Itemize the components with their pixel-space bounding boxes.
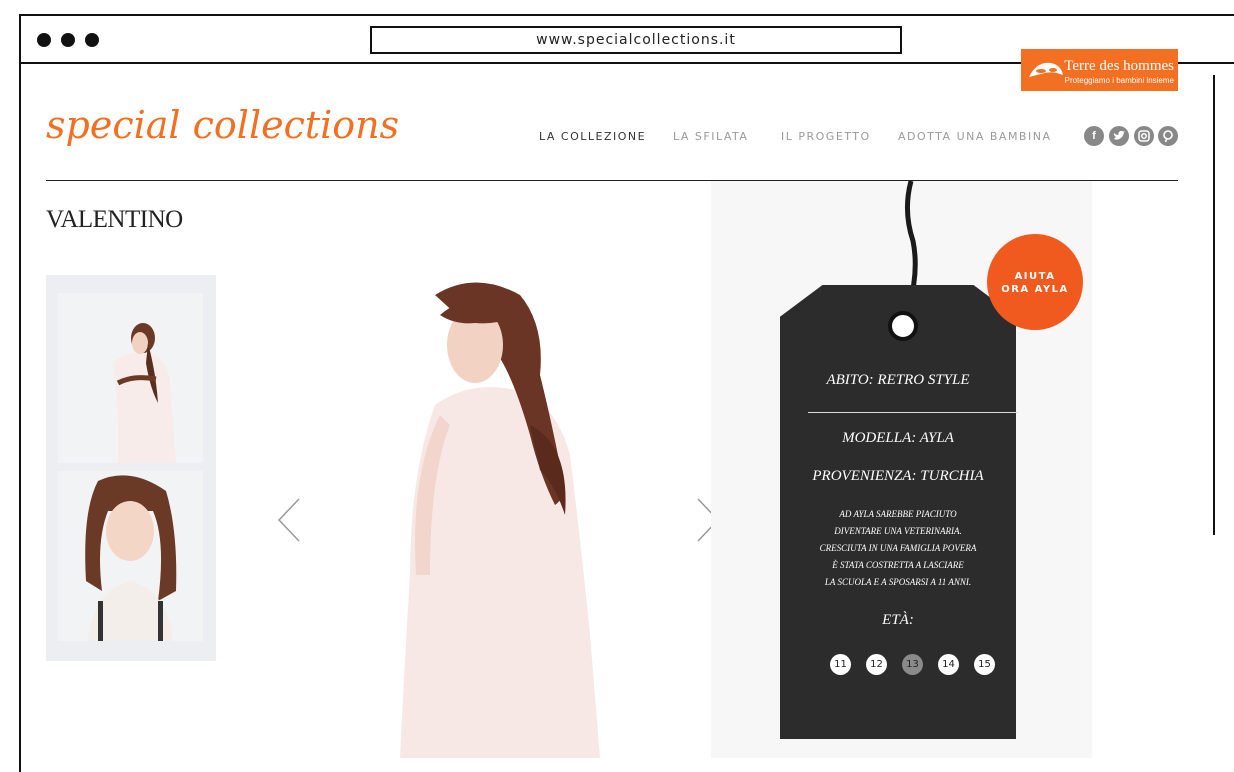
nav-adotta-una-bambina[interactable]: ADOTTA UNA BAMBINA bbox=[898, 130, 1051, 143]
age-option[interactable]: 12 bbox=[866, 654, 887, 675]
age-option[interactable]: 14 bbox=[938, 654, 959, 675]
provenienza-label: PROVENIENZA: TURCHIA bbox=[812, 468, 984, 484]
site-logo[interactable]: special collections bbox=[46, 103, 399, 147]
tag-divider bbox=[808, 412, 1018, 413]
instagram-icon[interactable] bbox=[1134, 126, 1154, 146]
story-line: LA SCUOLA E A SPOSARSI A 11 ANNI. bbox=[824, 577, 972, 587]
nav-il-progetto[interactable]: IL PROGETTO bbox=[781, 130, 871, 143]
facebook-icon[interactable]: f bbox=[1084, 126, 1104, 146]
thumbnail-1[interactable] bbox=[58, 293, 203, 463]
prev-arrow-icon[interactable] bbox=[275, 497, 305, 543]
scrollbar[interactable] bbox=[1213, 75, 1215, 535]
story-line: È STATA COSTRETTA A LASCIARE bbox=[832, 560, 964, 570]
nav-la-sfilata[interactable]: LA SFILATA bbox=[673, 130, 748, 143]
story-line: DIVENTARE UNA VETERINARIA. bbox=[834, 526, 962, 536]
address-bar[interactable]: www.specialcollections.it bbox=[370, 26, 902, 54]
partner-tagline: Proteggiamo i bambini insieme bbox=[1064, 76, 1174, 85]
window-minimize-dot[interactable] bbox=[61, 33, 75, 47]
hero-image bbox=[400, 282, 600, 758]
story-line: CRESCIUTA IN UNA FAMIGLIA POVERA bbox=[819, 543, 977, 553]
story-line: AD AYLA SAREBBE PIACIUTO bbox=[839, 509, 957, 519]
nav-la-collezione[interactable]: LA COLLEZIONE bbox=[539, 130, 646, 143]
pinterest-icon[interactable] bbox=[1158, 126, 1178, 146]
partner-badge[interactable]: Terre des hommes Proteggiamo i bambini i… bbox=[1021, 49, 1178, 91]
window-close-dot[interactable] bbox=[37, 33, 51, 47]
age-option-selected[interactable]: 13 bbox=[902, 654, 923, 675]
help-ayla-button[interactable]: AIUTA ORA AYLA bbox=[987, 234, 1083, 330]
age-option[interactable]: 15 bbox=[974, 654, 995, 675]
modella-label: MODELLA: AYLA bbox=[842, 430, 954, 446]
twitter-icon[interactable] bbox=[1109, 126, 1129, 146]
cta-line-2: ORA AYLA bbox=[1001, 284, 1069, 295]
cta-line-1: AIUTA bbox=[1014, 271, 1056, 282]
tag-eyelet bbox=[888, 311, 918, 341]
story-text: AD AYLA SAREBBE PIACIUTO DIVENTARE UNA V… bbox=[780, 506, 1016, 591]
eta-label: ETÀ: bbox=[882, 612, 914, 628]
abito-label: ABITO: RETRO STYLE bbox=[826, 372, 970, 388]
brand-title: VALENTINO bbox=[46, 206, 183, 233]
partner-name: Terre des hommes bbox=[1064, 58, 1174, 74]
thumbnail-strip bbox=[46, 275, 216, 661]
partner-logo-icon bbox=[1029, 62, 1063, 77]
age-option[interactable]: 11 bbox=[830, 654, 851, 675]
window-maximize-dot[interactable] bbox=[85, 33, 99, 47]
thumbnail-2[interactable] bbox=[58, 471, 203, 641]
